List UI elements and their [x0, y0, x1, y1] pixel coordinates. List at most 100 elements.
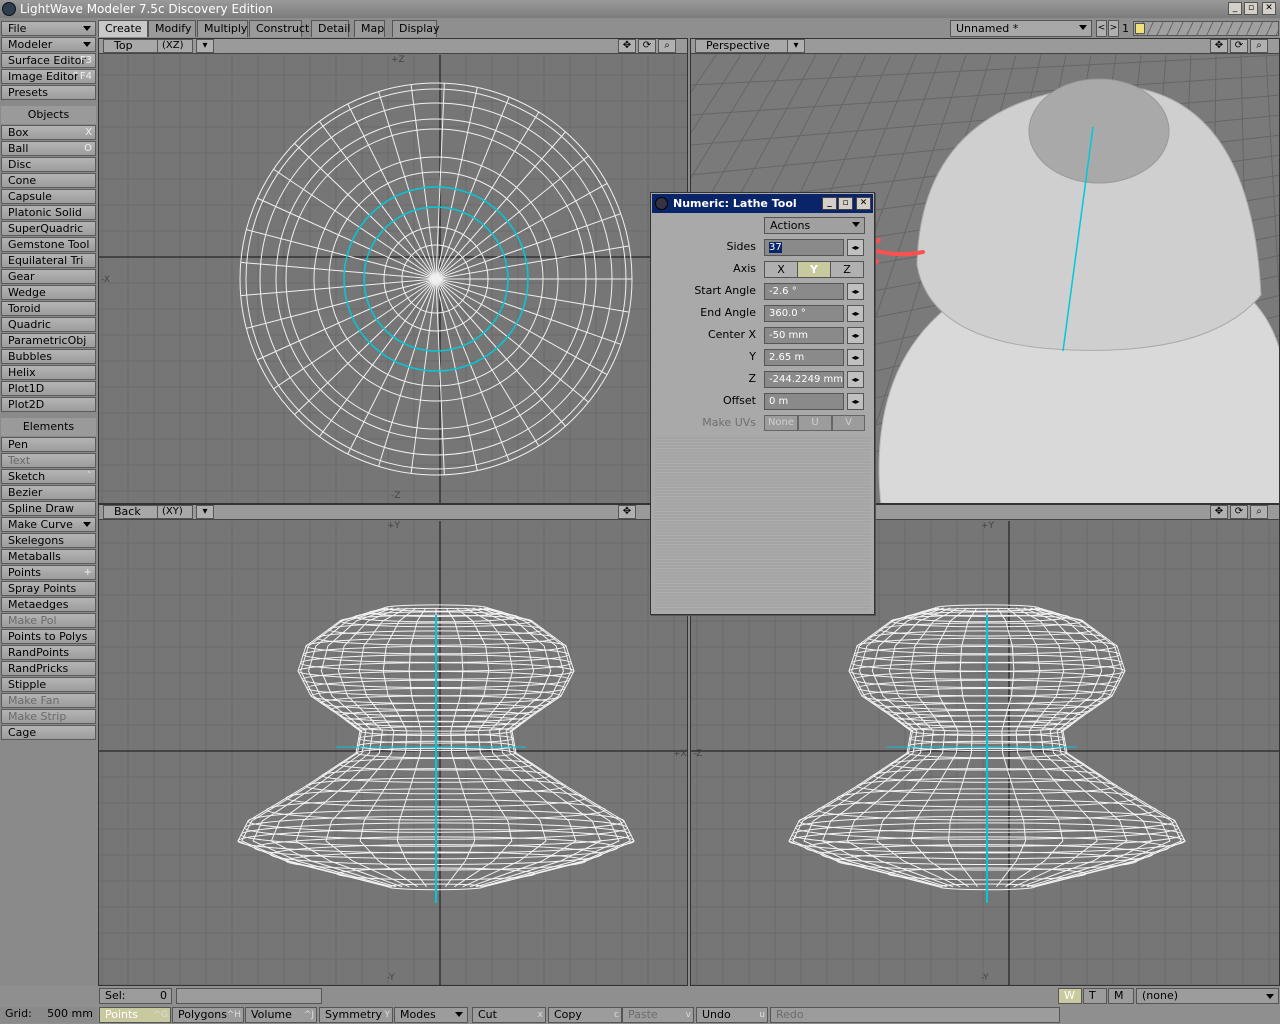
move-view-icon[interactable]: ✥: [618, 505, 636, 519]
mode-points-button[interactable]: Points ^G: [99, 1007, 171, 1023]
center-y-field[interactable]: 2.65 m: [764, 349, 844, 366]
viewport-back-canvas[interactable]: +Y -Y +X: [99, 521, 687, 985]
minimize-icon[interactable]: _: [822, 197, 837, 210]
viewport-top[interactable]: Top (XZ) ▾ ✥ ⟳ ⌕ +Z -Z -X: [98, 38, 688, 504]
center-z-stepper[interactable]: ◂▸: [847, 371, 864, 388]
tool-platonic-solid-button[interactable]: Platonic Solid: [1, 205, 96, 220]
prev-layer-button[interactable]: <: [1096, 20, 1107, 37]
rotate-view-icon[interactable]: ⟳: [638, 39, 656, 53]
tool-bubbles-button[interactable]: Bubbles: [1, 349, 96, 364]
object-select[interactable]: Unnamed *: [950, 20, 1092, 37]
next-layer-button[interactable]: >: [1108, 20, 1119, 37]
zoom-view-icon[interactable]: ⌕: [1250, 505, 1268, 519]
tool-box-button[interactable]: Box X: [1, 125, 96, 140]
close-icon[interactable]: ✕: [856, 197, 871, 210]
tool-bezier-button[interactable]: Bezier: [1, 485, 96, 500]
tool-file-button[interactable]: File: [1, 21, 96, 36]
tool-sketch-button[interactable]: Sketch `: [1, 469, 96, 484]
end-angle-stepper[interactable]: ◂▸: [847, 305, 864, 322]
tool-helix-button[interactable]: Helix: [1, 365, 96, 380]
center-z-field[interactable]: -244.2249 mm: [764, 371, 844, 388]
mode-undo-button[interactable]: Undo u: [696, 1007, 768, 1023]
surface-select[interactable]: (none): [1136, 988, 1279, 1004]
mode-modes-button[interactable]: Modes: [394, 1007, 468, 1023]
tool-wedge-button[interactable]: Wedge: [1, 285, 96, 300]
tool-spray-points-button[interactable]: Spray Points: [1, 581, 96, 596]
mode-polygons-button[interactable]: Polygons ^H: [172, 1007, 244, 1023]
tool-parametricobj-button[interactable]: ParametricObj: [1, 333, 96, 348]
layer-bank[interactable]: [1133, 21, 1279, 36]
tool-superquadric-button[interactable]: SuperQuadric: [1, 221, 96, 236]
center-y-stepper[interactable]: ◂▸: [847, 349, 864, 366]
center-x-stepper[interactable]: ◂▸: [847, 327, 864, 344]
offset-stepper[interactable]: ◂▸: [847, 393, 864, 410]
tool-randpoints-button[interactable]: RandPoints: [1, 645, 96, 660]
mode-copy-button[interactable]: Copy c: [548, 1007, 622, 1023]
wtm-t-button[interactable]: T: [1083, 988, 1107, 1004]
tool-presets-button[interactable]: Presets: [1, 85, 96, 100]
tool-toroid-button[interactable]: Toroid: [1, 301, 96, 316]
tool-points-to-polys-button[interactable]: Points to Polys: [1, 629, 96, 644]
tab-construct[interactable]: Construct: [249, 20, 309, 37]
axis-y-button[interactable]: Y: [797, 261, 831, 278]
viewport-back[interactable]: Back (XY) ▾ ✥ +Y -Y +X: [98, 504, 688, 986]
tool-gemstone-tool-button[interactable]: Gemstone Tool: [1, 237, 96, 252]
rotate-view-icon[interactable]: ⟳: [1230, 39, 1248, 53]
move-view-icon[interactable]: ✥: [1210, 39, 1228, 53]
mode-symmetry-button[interactable]: Symmetry Y: [319, 1007, 393, 1023]
tool-spline-draw-button[interactable]: Spline Draw: [1, 501, 96, 516]
axis-x-button[interactable]: X: [764, 261, 798, 278]
close-icon[interactable]: ✕: [1262, 2, 1276, 15]
tool-randpricks-button[interactable]: RandPricks: [1, 661, 96, 676]
layer-1-foreground[interactable]: [1135, 23, 1145, 34]
tool-metaballs-button[interactable]: Metaballs: [1, 549, 96, 564]
tab-map[interactable]: Map: [354, 20, 385, 37]
zoom-view-icon[interactable]: ⌕: [658, 39, 676, 53]
viewport-persp-label[interactable]: Perspective: [695, 39, 789, 53]
tool-ball-button[interactable]: Ball O: [1, 141, 96, 156]
sides-field[interactable]: 37: [764, 239, 844, 256]
end-angle-field[interactable]: 360.0 °: [764, 305, 844, 322]
tool-modeler-button[interactable]: Modeler: [1, 37, 96, 52]
tool-quadric-button[interactable]: Quadric: [1, 317, 96, 332]
tool-skelegons-button[interactable]: Skelegons: [1, 533, 96, 548]
sides-stepper[interactable]: ◂▸: [847, 239, 864, 256]
rotate-view-icon[interactable]: ⟳: [1230, 505, 1248, 519]
start-angle-field[interactable]: -2.6 °: [764, 283, 844, 300]
maximize-icon[interactable]: ▫: [838, 197, 853, 210]
zoom-view-icon[interactable]: ⌕: [1250, 39, 1268, 53]
tab-display[interactable]: Display: [392, 20, 440, 37]
move-view-icon[interactable]: ✥: [1210, 505, 1228, 519]
tool-equilateral-tri-button[interactable]: Equilateral Tri: [1, 253, 96, 268]
tool-capsule-button[interactable]: Capsule: [1, 189, 96, 204]
tool-gear-button[interactable]: Gear: [1, 269, 96, 284]
viewport-top-view[interactable]: (XZ): [157, 39, 193, 53]
move-view-icon[interactable]: ✥: [618, 39, 636, 53]
tool-make-curve-button[interactable]: Make Curve: [1, 517, 96, 532]
tab-multiply[interactable]: Multiply: [197, 20, 248, 37]
dialog-titlebar[interactable]: Numeric: Lathe Tool _ ▫ ✕: [652, 194, 873, 213]
actions-dropdown[interactable]: Actions: [764, 217, 865, 234]
view-menu-icon[interactable]: ▾: [787, 39, 805, 53]
tool-cone-button[interactable]: Cone: [1, 173, 96, 188]
center-x-field[interactable]: -50 mm: [764, 327, 844, 344]
tab-detail[interactable]: Detail: [311, 20, 350, 37]
tool-metaedges-button[interactable]: Metaedges: [1, 597, 96, 612]
tool-pen-button[interactable]: Pen: [1, 437, 96, 452]
view-menu-icon[interactable]: ▾: [196, 39, 214, 53]
wtm-m-button[interactable]: M: [1108, 988, 1134, 1004]
tool-image-editor-button[interactable]: Image Editor ^F4: [1, 69, 96, 84]
tool-disc-button[interactable]: Disc: [1, 157, 96, 172]
tool-stipple-button[interactable]: Stipple: [1, 677, 96, 692]
viewport-back-view[interactable]: (XY): [157, 505, 193, 519]
tool-cage-button[interactable]: Cage: [1, 725, 96, 740]
axis-z-button[interactable]: Z: [830, 261, 864, 278]
maximize-icon[interactable]: ▫: [1244, 2, 1258, 15]
tab-modify[interactable]: Modify: [148, 20, 196, 37]
tool-plot1d-button[interactable]: Plot1D: [1, 381, 96, 396]
wtm-w-button[interactable]: W: [1058, 988, 1082, 1004]
viewport-top-canvas[interactable]: +Z -Z -X: [99, 55, 687, 503]
offset-field[interactable]: 0 m: [764, 393, 844, 410]
start-angle-stepper[interactable]: ◂▸: [847, 283, 864, 300]
view-menu-icon[interactable]: ▾: [196, 505, 214, 519]
